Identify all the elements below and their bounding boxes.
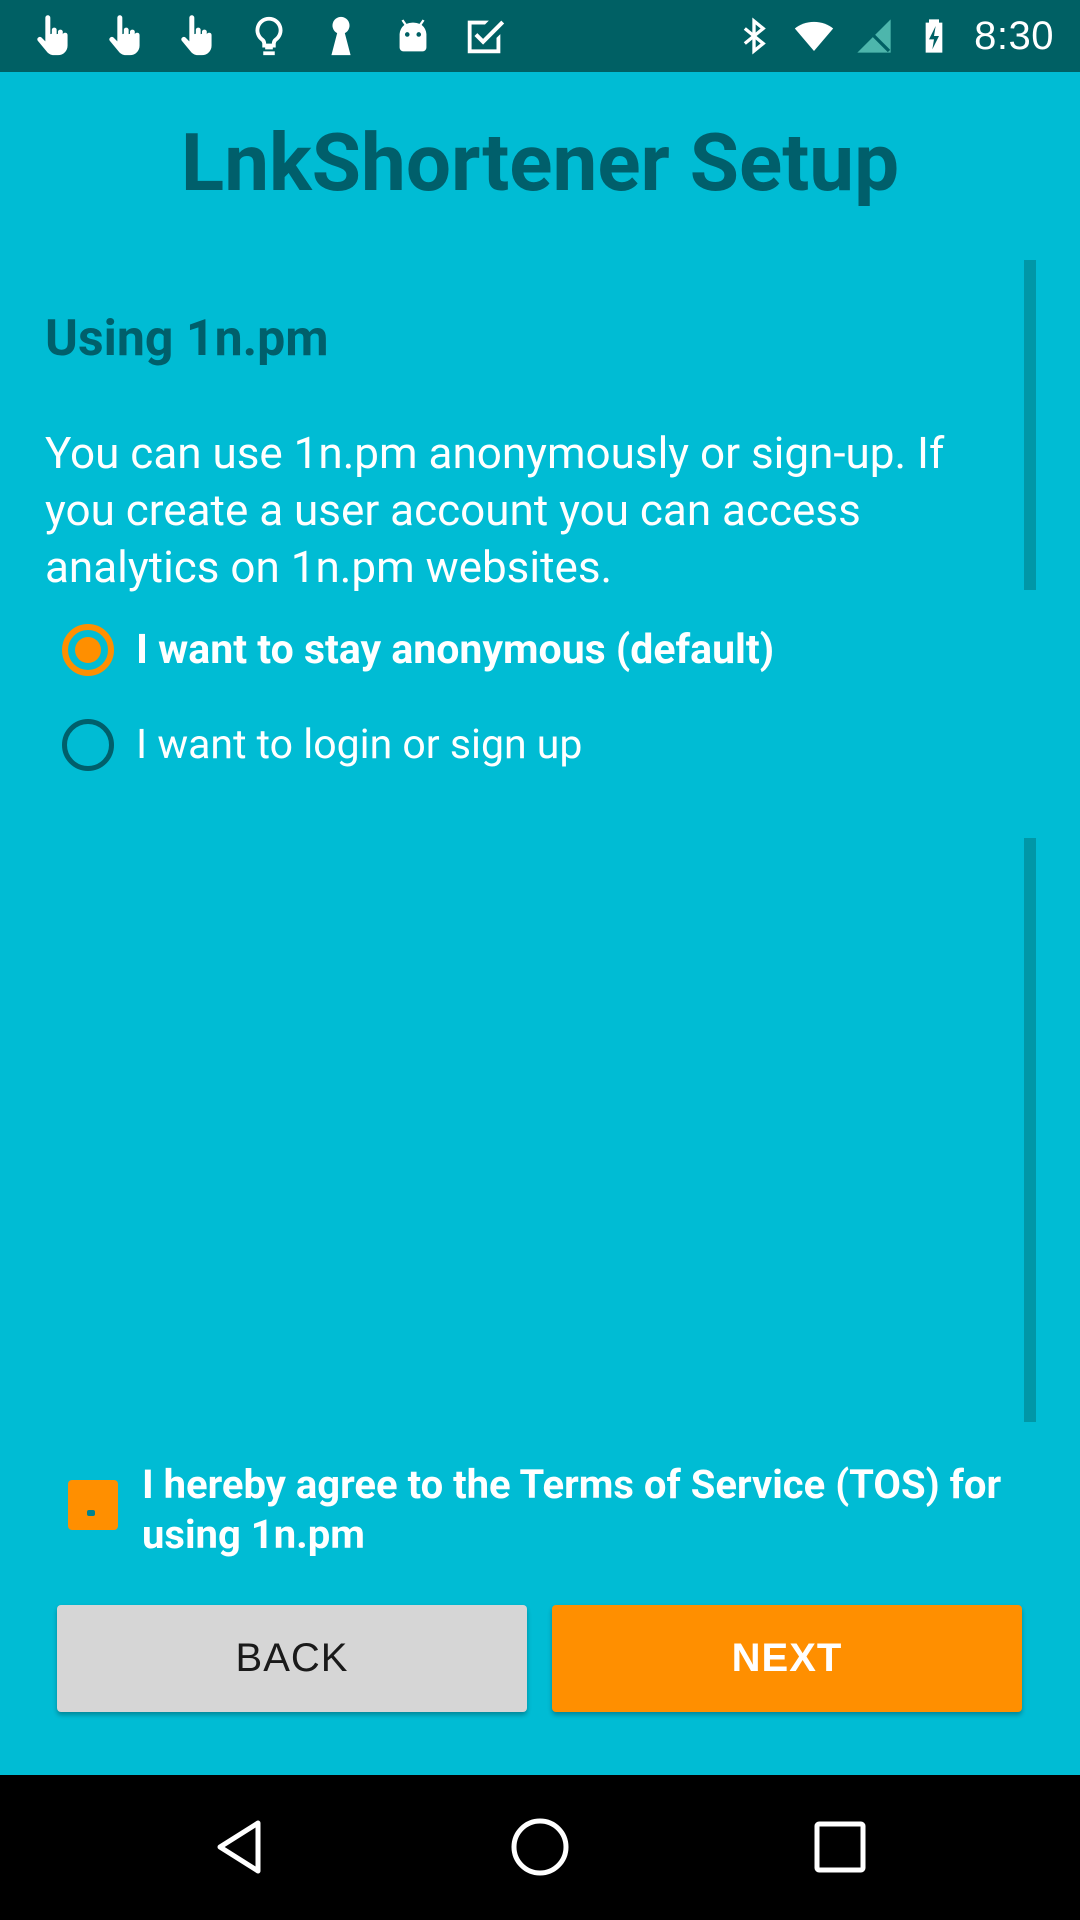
tos-checkbox-row[interactable]: I hereby agree to the Terms of Service (… [68, 1460, 1018, 1560]
back-button[interactable]: BACK [57, 1605, 527, 1712]
hand-pointer-icon [109, 15, 140, 56]
nav-recents-icon [814, 1821, 866, 1873]
system-status-icons: 8:30 [734, 0, 1054, 72]
navigation-bar [0, 1775, 1080, 1920]
radio-option-login[interactable]: I want to login or sign up [62, 710, 582, 780]
next-button[interactable]: NEXT [552, 1605, 1022, 1712]
lightbulb-icon [255, 16, 283, 56]
scrollbar-bottom[interactable] [1024, 838, 1036, 1422]
tos-label: I hereby agree to the Terms of Service (… [142, 1461, 1002, 1558]
page-title: LnkShortener Setup [180, 116, 900, 210]
scrollbar-top[interactable] [1024, 260, 1036, 590]
status-bar: 8:30 [0, 0, 1080, 72]
notification-icons [30, 0, 508, 72]
radio-button-checked[interactable] [62, 624, 114, 676]
keyhole-icon [331, 16, 351, 56]
radio-label-anonymous: I want to stay anonymous (default) [136, 626, 775, 674]
nav-back-icon [217, 1820, 261, 1874]
tos-checkbox[interactable] [68, 1480, 118, 1530]
radio-dot [75, 637, 101, 663]
battery-charging-icon [925, 19, 943, 53]
status-time: 8:30 [974, 13, 1054, 58]
no-signal-icon [857, 19, 891, 53]
section-description: You can use 1n.pm anonymously or sign-up… [45, 427, 945, 593]
wifi-icon [794, 21, 834, 51]
radio-label-login: I want to login or sign up [136, 721, 583, 769]
radio-option-anonymous[interactable]: I want to stay anonymous (default) [62, 615, 774, 685]
nav-home-icon [511, 1818, 569, 1876]
checkmark-icon [87, 1510, 95, 1516]
nav-home-button[interactable] [490, 1797, 590, 1897]
check-box-icon [467, 20, 505, 54]
hand-pointer-icon [37, 15, 68, 56]
nav-recents-button[interactable] [790, 1797, 890, 1897]
android-icon [399, 19, 427, 52]
nav-back-button[interactable] [190, 1797, 290, 1897]
bluetooth-icon [743, 17, 766, 55]
radio-button-unchecked[interactable] [62, 719, 114, 771]
hand-pointer-icon [181, 15, 212, 56]
section-heading: Using 1n.pm [45, 310, 329, 368]
